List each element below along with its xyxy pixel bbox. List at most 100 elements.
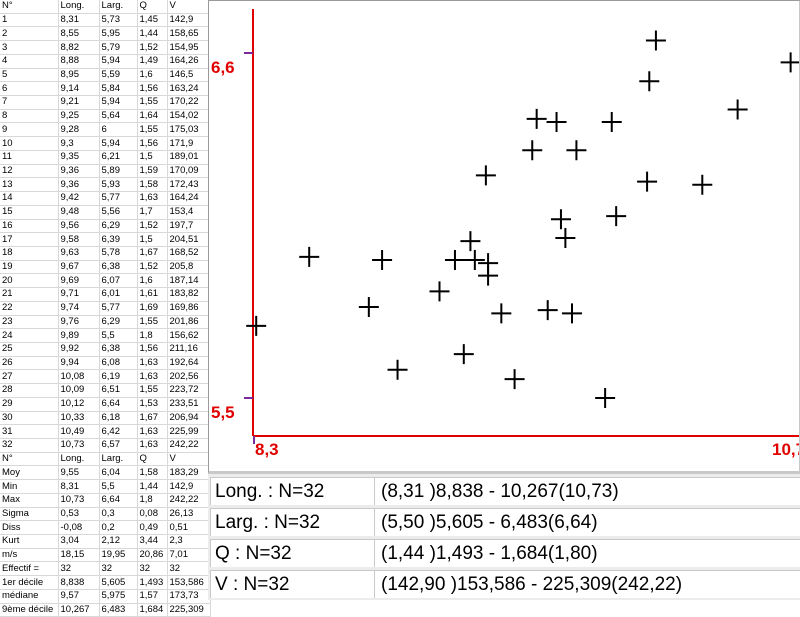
table-cell[interactable]: 146,5 [167, 68, 211, 83]
table-cell[interactable]: 142,9 [167, 479, 211, 494]
table-cell[interactable]: 6,29 [99, 219, 138, 234]
table-row[interactable]: 20 9,69 6,07 1,6 187,14 [0, 273, 211, 289]
table-cell[interactable]: 3,04 [58, 534, 100, 549]
table-row[interactable]: 27 10,08 6,19 1,63 202,56 [0, 369, 211, 385]
table-cell[interactable]: 18 [0, 246, 59, 261]
table-cell[interactable]: 175,03 [167, 122, 211, 138]
table-row[interactable]: 31 10,49 6,42 1,63 225,99 [0, 424, 211, 439]
table-row[interactable]: 13 9,36 5,93 1,58 172,43 [0, 177, 211, 193]
table-cell[interactable]: 30 [0, 411, 59, 426]
table-cell[interactable]: 1,56 [137, 81, 168, 97]
table-cell[interactable]: 5,5 [99, 328, 138, 343]
table-cell[interactable]: 4 [0, 54, 59, 69]
table-cell[interactable]: 3 [0, 40, 59, 55]
table-cell[interactable]: 1,6 [137, 68, 168, 83]
table-cell[interactable]: -0,08 [58, 520, 100, 536]
table-cell[interactable]: 9,55 [58, 465, 100, 481]
table-row[interactable]: 24 9,89 5,5 1,8 156,62 [0, 328, 211, 343]
table-cell[interactable]: 5,5 [99, 479, 138, 494]
table-cell[interactable]: 7,01 [167, 548, 211, 563]
table-cell[interactable]: Min [0, 479, 59, 494]
table-cell[interactable]: 9,14 [58, 81, 100, 97]
table-cell[interactable]: Larg. [99, 0, 138, 14]
table-cell[interactable]: 1,56 [137, 136, 168, 151]
table-cell[interactable]: 26 [0, 356, 59, 371]
table-cell[interactable]: Sigma [0, 507, 59, 522]
table-cell[interactable]: 172,43 [167, 177, 211, 193]
table-cell[interactable]: 169,86 [167, 301, 211, 316]
table-cell[interactable]: Long. [58, 452, 100, 467]
stats-row[interactable]: Max 10,73 6,64 1,8 242,22 [0, 493, 211, 508]
table-row[interactable]: 3 8,82 5,79 1,52 154,95 [0, 40, 211, 55]
table-cell[interactable]: 1,493 [137, 575, 168, 590]
table-cell[interactable]: 9,57 [58, 589, 100, 604]
table-row[interactable]: 18 9,63 5,78 1,67 168,52 [0, 246, 211, 261]
table-cell[interactable]: 6,42 [99, 424, 138, 439]
table-cell[interactable]: 0,53 [58, 507, 100, 522]
table-cell[interactable]: 5,95 [99, 26, 138, 42]
table-cell[interactable]: 1,49 [137, 54, 168, 69]
table-cell[interactable]: 7 [0, 95, 59, 110]
stats-row[interactable]: Diss -0,08 0,2 0,49 0,51 [0, 520, 211, 536]
table-cell[interactable]: 154,95 [167, 40, 211, 55]
table-row[interactable]: 14 9,42 5,77 1,63 164,24 [0, 191, 211, 206]
table-cell[interactable]: 19,95 [99, 548, 138, 563]
table-row[interactable]: 19 9,67 6,38 1,52 205,8 [0, 260, 211, 275]
table-cell[interactable]: 1,45 [137, 13, 168, 28]
stats-row[interactable]: Min 8,31 5,5 1,44 142,9 [0, 479, 211, 494]
table-cell[interactable]: 1,55 [137, 95, 168, 110]
table-cell[interactable]: 9,56 [58, 219, 100, 234]
table-cell[interactable]: 202,56 [167, 369, 211, 385]
table-cell[interactable]: 164,24 [167, 191, 211, 206]
table-cell[interactable]: V [167, 0, 211, 14]
table-cell[interactable]: 9,74 [58, 301, 100, 316]
table-cell[interactable]: 5,975 [99, 589, 138, 604]
table-cell[interactable]: 168,52 [167, 246, 211, 261]
table-cell[interactable]: 1,67 [137, 411, 168, 426]
table-cell[interactable]: 11 [0, 150, 59, 165]
table-cell[interactable]: 1,63 [137, 424, 168, 439]
table-cell[interactable]: 8,82 [58, 40, 100, 55]
stats-row[interactable]: 9ème décile 10,267 6,483 1,684 225,309 [0, 603, 211, 617]
table-cell[interactable]: 31 [0, 424, 59, 439]
stats-row[interactable]: Effectif = 32 32 32 32 [0, 561, 211, 577]
table-cell[interactable]: 1,5 [137, 150, 168, 165]
table-row[interactable]: 4 8,88 5,94 1,49 164,26 [0, 54, 211, 69]
table-cell[interactable]: 32 [0, 438, 59, 453]
table-cell[interactable]: 1,52 [137, 219, 168, 234]
table-cell[interactable]: 1,63 [137, 356, 168, 371]
table-cell[interactable]: 9,35 [58, 150, 100, 165]
table-cell[interactable]: 153,586 [167, 575, 211, 590]
table-cell[interactable]: 5,59 [99, 68, 138, 83]
table-cell[interactable]: 225,309 [167, 603, 211, 617]
table-cell[interactable]: 14 [0, 191, 59, 206]
table-cell[interactable]: 9,69 [58, 273, 100, 289]
table-cell[interactable]: 1,57 [137, 589, 168, 604]
table-row[interactable]: 12 9,36 5,89 1,59 170,09 [0, 164, 211, 179]
table-row[interactable]: 21 9,71 6,01 1,61 183,82 [0, 287, 211, 302]
table-cell[interactable]: 8,88 [58, 54, 100, 69]
table-cell[interactable]: Q [137, 0, 168, 14]
table-row[interactable]: 26 9,94 6,08 1,63 192,64 [0, 356, 211, 371]
table-cell[interactable]: 10,12 [58, 397, 100, 412]
table-cell[interactable]: 164,26 [167, 54, 211, 69]
table-cell[interactable]: 22 [0, 301, 59, 316]
table-cell[interactable]: 233,51 [167, 397, 211, 412]
table-cell[interactable]: 5,78 [99, 246, 138, 261]
table-cell[interactable]: 24 [0, 328, 59, 343]
table-cell[interactable]: 9,36 [58, 164, 100, 179]
stats-row[interactable]: m/s 18,15 19,95 20,86 7,01 [0, 548, 211, 563]
table-cell[interactable]: 9,89 [58, 328, 100, 343]
table-cell[interactable]: 1,59 [137, 164, 168, 179]
table-cell[interactable]: 29 [0, 397, 59, 412]
table-cell[interactable]: 1,55 [137, 315, 168, 330]
table-row[interactable]: 16 9,56 6,29 1,52 197,7 [0, 219, 211, 234]
table-cell[interactable]: 2 [0, 26, 59, 42]
table-row[interactable]: 9 9,28 6 1,55 175,03 [0, 122, 211, 138]
table-cell[interactable]: V [167, 452, 211, 467]
table-cell[interactable]: 25 [0, 342, 59, 357]
table-cell[interactable]: 6,01 [99, 287, 138, 302]
table-cell[interactable]: 8 [0, 109, 59, 124]
table-row[interactable]: 32 10,73 6,57 1,63 242,22 [0, 438, 211, 453]
table-cell[interactable]: 1,69 [137, 301, 168, 316]
